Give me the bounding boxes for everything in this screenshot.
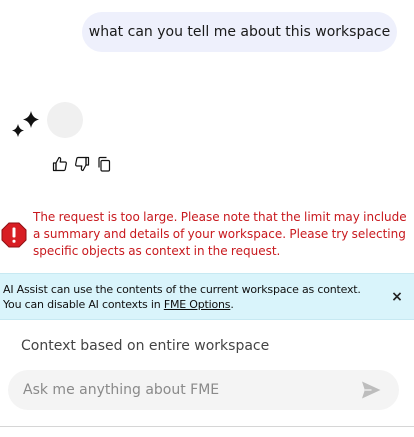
sparkles-icon: [12, 111, 39, 137]
response-loading-placeholder: [47, 102, 83, 138]
info-banner-line-2: You can disable AI contexts in FME Optio…: [3, 297, 412, 312]
response-feedback-actions: [51, 155, 112, 175]
chat-input-container: [8, 370, 399, 410]
error-message: The request is too large. Please note th…: [33, 210, 407, 258]
thumbs-up-icon: [52, 156, 67, 171]
fme-options-link[interactable]: FME Options: [164, 298, 231, 311]
panel-bottom-divider: [0, 426, 414, 437]
copy-button[interactable]: [95, 155, 112, 172]
thumbs-down-button[interactable]: [73, 155, 90, 172]
error-octagon-icon: [1, 222, 27, 248]
ai-context-info-banner: AI Assist can use the contents of the cu…: [0, 273, 414, 320]
chat-input[interactable]: [8, 370, 348, 410]
context-scope-label[interactable]: Context based on entire workspace: [21, 338, 269, 354]
send-icon[interactable]: [360, 379, 382, 401]
info-banner-line-2-suffix: .: [230, 298, 234, 311]
thumbs-up-button[interactable]: [51, 155, 68, 172]
close-banner-button[interactable]: ×: [390, 290, 404, 304]
thumbs-down-icon: [74, 156, 89, 171]
user-message-bubble: what can you tell me about this workspac…: [82, 12, 397, 52]
copy-icon: [97, 156, 110, 172]
info-banner-line-1: AI Assist can use the contents of the cu…: [3, 283, 361, 296]
info-banner-line-2-prefix: You can disable AI contexts in: [3, 298, 164, 311]
